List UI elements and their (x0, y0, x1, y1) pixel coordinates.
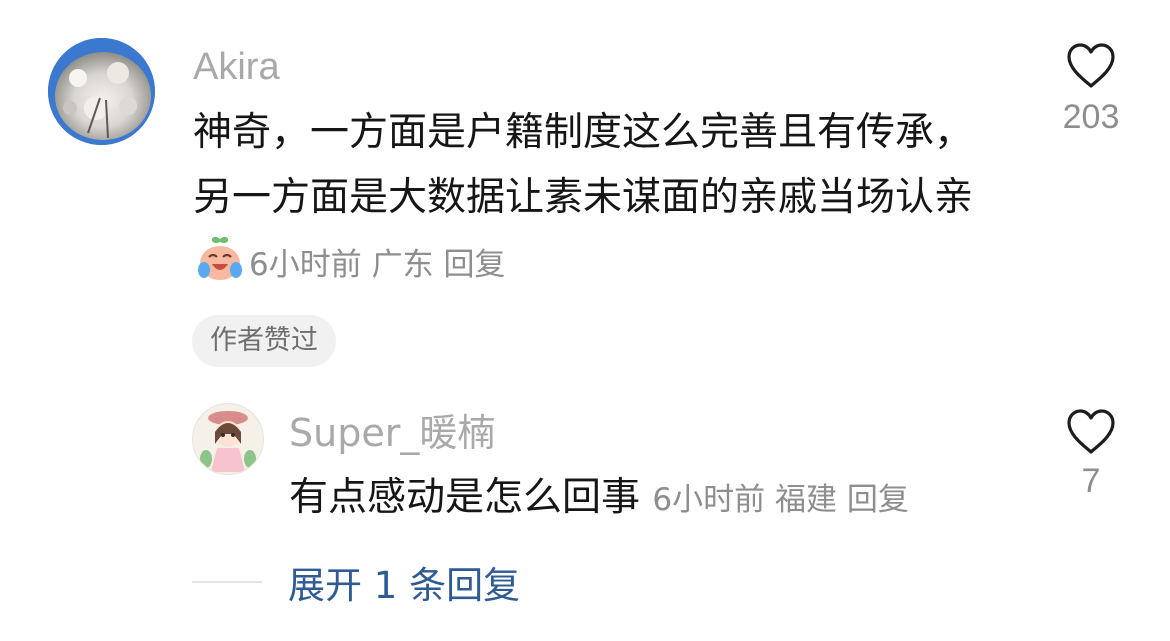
comment-time: 6小时前 (249, 247, 362, 283)
reply-like-button[interactable]: 7 (1046, 408, 1136, 501)
reply-meta: 6小时前 福建 回复 (652, 482, 908, 518)
expand-replies-label[interactable]: 展开 1 条回复 (288, 555, 520, 609)
reply-time: 6小时前 (652, 482, 766, 518)
reply-text: 有点感动是怎么回事 (289, 475, 641, 520)
reply-button[interactable]: 回复 (443, 247, 505, 283)
reply-body: 有点感动是怎么回事 6小时前 福建 回复 (289, 468, 909, 530)
avatar-image (48, 38, 155, 145)
reply-like-count: 7 (1081, 462, 1101, 500)
divider (192, 581, 262, 583)
reply-avatar-image (193, 404, 263, 474)
like-button[interactable]: 203 (1046, 42, 1136, 137)
expand-replies[interactable]: 展开 1 条回复 (192, 552, 520, 612)
like-count: 203 (1062, 98, 1120, 136)
crying-laughing-emoji-icon (195, 235, 245, 283)
comment-body: 神奇，一方面是户籍制度这么完善且有传承，另一方面是大数据让素未谋面的亲戚当场认亲… (193, 100, 993, 298)
reply-username[interactable]: Super_暖楠 (289, 408, 495, 458)
comment-text: 神奇，一方面是户籍制度这么完善且有传承，另一方面是大数据让素未谋面的亲戚当场认亲 (193, 110, 974, 220)
avatar[interactable] (48, 38, 155, 145)
reply-location: 福建 (775, 482, 838, 518)
heart-outline-icon[interactable] (1065, 42, 1117, 90)
reply-avatar[interactable] (192, 403, 264, 475)
reply-reply-button[interactable]: 回复 (847, 482, 909, 518)
comment-username[interactable]: Akira (193, 42, 280, 92)
comment-location: 广东 (371, 247, 434, 283)
heart-outline-icon[interactable] (1065, 408, 1117, 456)
comment-meta: 6小时前 广东 回复 (249, 247, 505, 283)
author-liked-badge: 作者赞过 (192, 315, 336, 367)
